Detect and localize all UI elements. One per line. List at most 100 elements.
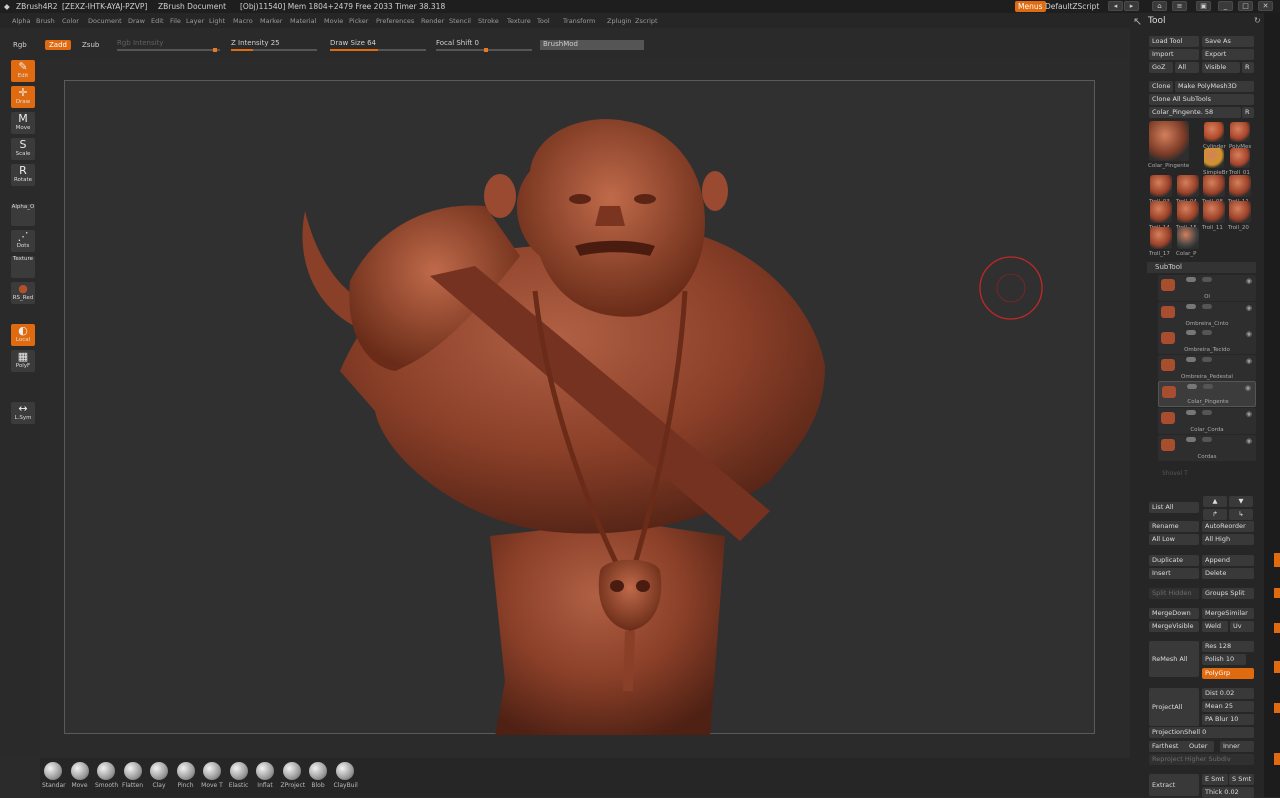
all-high-button[interactable]: All High xyxy=(1202,534,1254,545)
rgb-intensity-slider[interactable]: Rgb Intensity xyxy=(117,39,163,47)
mergevisible-button[interactable]: MergeVisible xyxy=(1149,621,1199,632)
tool-thumbnail[interactable]: Troll_11 xyxy=(1228,175,1251,205)
tool-thumbnail[interactable]: Cylinder xyxy=(1203,122,1226,150)
polygrp-button[interactable]: PolyGrp xyxy=(1202,668,1254,679)
weld-button[interactable]: Weld xyxy=(1202,621,1228,632)
tool-thumbnail[interactable]: Troll_15 xyxy=(1176,201,1199,231)
rgb-button[interactable]: Rgb xyxy=(13,41,27,49)
menu-layer[interactable]: Layer xyxy=(186,17,204,25)
menu-document[interactable]: Document xyxy=(88,17,122,25)
brush-standar[interactable]: Standar xyxy=(42,762,66,789)
layout-icon[interactable]: ≡ xyxy=(1172,1,1187,11)
list-all-button[interactable]: List All xyxy=(1149,502,1199,513)
rgb-intensity-track[interactable] xyxy=(117,48,220,52)
menu-texture[interactable]: Texture xyxy=(507,17,531,25)
menu-brush[interactable]: Brush xyxy=(36,17,55,25)
tool-thumbnail[interactable]: Troll_17 xyxy=(1149,227,1172,257)
brush-move-t[interactable]: Move T xyxy=(201,762,223,789)
visibility-eye-icon[interactable]: ◉ xyxy=(1246,304,1252,312)
tool-thumbnail[interactable]: Troll_11 xyxy=(1202,201,1225,231)
brush-move[interactable]: Move xyxy=(69,762,91,789)
outer-button[interactable]: Outer xyxy=(1186,741,1214,752)
projection-shell-slider[interactable]: ProjectionShell 0 xyxy=(1149,727,1254,738)
z-intensity-track[interactable] xyxy=(231,49,317,51)
draw-size-slider[interactable]: Draw Size 64 xyxy=(330,39,376,47)
mergesimilar-button[interactable]: MergeSimilar xyxy=(1202,608,1254,619)
subtool-arrow-icon[interactable]: ▼ xyxy=(1229,496,1253,507)
z-intensity-slider[interactable]: Z Intensity 25 xyxy=(231,39,280,47)
visibility-eye-icon[interactable]: ◉ xyxy=(1245,384,1251,392)
mean-slider[interactable]: Mean 25 xyxy=(1202,701,1254,712)
subtool-toggle[interactable] xyxy=(1202,303,1212,309)
minimize-icon[interactable]: _ xyxy=(1218,1,1233,11)
subtool-row[interactable]: ◉ Ol xyxy=(1158,275,1256,301)
dist-slider[interactable]: Dist 0.02 xyxy=(1202,688,1254,699)
subtool-toggle[interactable] xyxy=(1186,303,1196,309)
tool-rotate[interactable]: R Rotate xyxy=(11,164,35,186)
subtool-section-header[interactable]: SubTool xyxy=(1147,262,1256,273)
menu-tool[interactable]: Tool xyxy=(537,17,550,25)
subtool-toggle[interactable] xyxy=(1186,356,1196,362)
visibility-eye-icon[interactable]: ◉ xyxy=(1246,410,1252,418)
prev-layout-icon[interactable]: ◂ xyxy=(1108,1,1123,11)
tool-thumbnail[interactable]: Troll_20 xyxy=(1228,201,1251,231)
subtool-toggle[interactable] xyxy=(1186,410,1196,415)
tool-thumbnail[interactable]: Troll_14 xyxy=(1149,201,1172,231)
menu-transform[interactable]: Transform xyxy=(563,17,595,25)
brush-zproject[interactable]: ZProject xyxy=(281,762,305,789)
load-tool-button[interactable]: Load Tool xyxy=(1149,36,1199,47)
tool-scale[interactable]: S Scale xyxy=(11,138,35,160)
menu-draw[interactable]: Draw xyxy=(128,17,145,25)
brushmod-slider[interactable]: BrushMod xyxy=(540,40,644,50)
tool-thumbnail[interactable]: Troll_03 xyxy=(1149,175,1172,205)
inner-button[interactable]: Inner xyxy=(1220,741,1254,752)
menus-toggle-button[interactable]: Menus xyxy=(1015,1,1046,12)
make-polymesh3d-button[interactable]: Make PolyMesh3D xyxy=(1175,81,1254,92)
duplicate-button[interactable]: Duplicate xyxy=(1149,555,1199,566)
polish-slider[interactable]: Polish 10 xyxy=(1202,654,1246,665)
subtool-row[interactable]: ◉ Ombreira_Cinto xyxy=(1158,301,1256,328)
tool-thumbnail[interactable]: SimpleBr xyxy=(1203,148,1228,176)
tool-edit[interactable]: ✎ Edit xyxy=(11,60,35,82)
menu-edit[interactable]: Edit xyxy=(151,17,164,25)
subtool-toggle[interactable] xyxy=(1187,384,1197,390)
current-tool-r-button[interactable]: R xyxy=(1242,107,1254,118)
mergedown-button[interactable]: MergeDown xyxy=(1149,608,1199,619)
subtool-toggle[interactable] xyxy=(1202,330,1212,336)
split-hidden-button[interactable]: Split Hidden xyxy=(1149,588,1199,599)
autoreorder-button[interactable]: AutoReorder xyxy=(1202,521,1254,532)
tool-thumbnail[interactable]: Colar_P xyxy=(1176,227,1199,257)
import-button[interactable]: Import xyxy=(1149,49,1199,60)
delete-button[interactable]: Delete xyxy=(1202,568,1254,579)
focal-shift-slider[interactable]: Focal Shift 0 xyxy=(436,39,479,47)
goz-visible-button[interactable]: Visible xyxy=(1202,62,1240,73)
lock-icon[interactable]: ▣ xyxy=(1196,1,1211,11)
s-smt-slider[interactable]: S Smt xyxy=(1229,774,1254,785)
subtool-toggle[interactable] xyxy=(1202,277,1212,282)
menu-color[interactable]: Color xyxy=(62,17,79,25)
tool-dots[interactable]: ⋰ Dots xyxy=(11,230,35,252)
tool-thumbnail[interactable]: Colar_Pingente xyxy=(1148,121,1189,169)
rename-button[interactable]: Rename xyxy=(1149,521,1199,532)
subtool-arrow-icon[interactable]: ▲ xyxy=(1203,496,1227,507)
visibility-eye-icon[interactable]: ◉ xyxy=(1246,330,1252,338)
menu-marker[interactable]: Marker xyxy=(260,17,282,25)
maximize-icon[interactable]: □ xyxy=(1238,1,1253,11)
res-slider[interactable]: Res 128 xyxy=(1202,641,1254,652)
tool-draw[interactable]: ✛ Draw xyxy=(11,86,35,108)
groups-split-button[interactable]: Groups Split xyxy=(1202,588,1254,599)
remesh-all-button[interactable]: ReMesh All xyxy=(1149,641,1199,677)
menu-alpha[interactable]: Alpha xyxy=(12,17,30,25)
subtool-toggle[interactable] xyxy=(1202,356,1212,362)
tool-polyf[interactable]: ▦ PolyF xyxy=(11,350,35,372)
thick-slider[interactable]: Thick 0.02 xyxy=(1202,787,1254,798)
focal-shift-track[interactable] xyxy=(436,48,532,52)
interface-icon[interactable]: ⌂ xyxy=(1152,1,1167,11)
all-low-button[interactable]: All Low xyxy=(1149,534,1199,545)
projectall-button[interactable]: ProjectAll xyxy=(1149,688,1199,726)
extract-button[interactable]: Extract xyxy=(1149,774,1199,796)
subtool-toggle[interactable] xyxy=(1203,384,1213,390)
draw-size-track[interactable] xyxy=(330,49,426,51)
troll-bust-model[interactable] xyxy=(302,119,826,736)
uv-button[interactable]: Uv xyxy=(1230,621,1254,632)
